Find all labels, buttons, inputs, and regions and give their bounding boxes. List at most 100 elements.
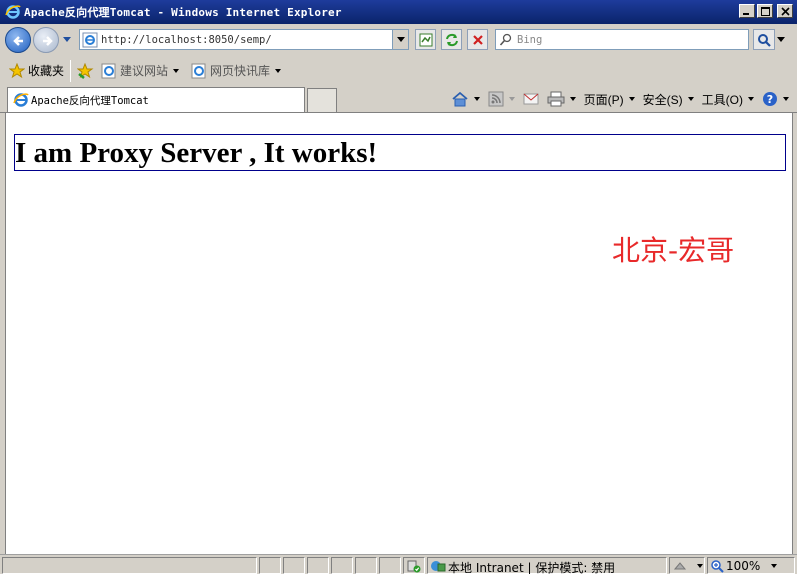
back-arrow-icon — [13, 36, 23, 46]
safety-menu-button[interactable]: 安全(S) — [643, 91, 694, 108]
protected-mode-cell[interactable] — [403, 557, 425, 574]
zoom-control[interactable]: 100% — [707, 557, 795, 574]
navigation-bar: http://localhost:8050/semp/ Bing — [0, 24, 797, 56]
web-slice-gallery-button[interactable]: 网页快讯库 — [188, 60, 284, 82]
favorites-bar: 收藏夹 建议网站 网页快讯库 — [0, 56, 797, 85]
print-button[interactable] — [547, 91, 576, 107]
window-title: Apache反向代理Tomcat - Windows Internet Expl… — [24, 6, 342, 19]
page-content: I am Proxy Server , It works! 北京-宏哥 — [5, 113, 793, 554]
search-go-button[interactable] — [753, 29, 775, 50]
change-status-bar-cell[interactable] — [669, 557, 705, 574]
chevron-down-icon — [569, 97, 576, 101]
chevron-down-icon — [697, 564, 703, 568]
title-bar: Apache反向代理Tomcat - Windows Internet Expl… — [0, 0, 797, 24]
status-cell — [259, 557, 281, 574]
stop-icon — [472, 34, 483, 45]
suggested-sites-button[interactable]: 建议网站 — [98, 60, 182, 82]
address-dropdown-button[interactable] — [392, 30, 408, 49]
safety-menu-label: 安全(S) — [642, 92, 683, 107]
ie-page-icon — [101, 63, 116, 78]
chevron-down-icon — [771, 564, 777, 568]
home-icon — [452, 91, 468, 107]
search-input[interactable]: Bing — [495, 29, 749, 50]
suggested-sites-label: 建议网站 — [120, 64, 169, 78]
svg-text:?: ? — [767, 93, 773, 106]
refresh-button[interactable] — [441, 29, 462, 50]
status-cell — [331, 557, 353, 574]
zone-text: 本地 Intranet | 保护模式: 禁用 — [448, 561, 616, 574]
home-button[interactable] — [451, 91, 480, 107]
search-placeholder: Bing — [517, 33, 543, 46]
minimize-icon — [743, 13, 749, 15]
minimize-button[interactable] — [739, 4, 755, 18]
maximize-button[interactable] — [757, 4, 773, 18]
maximize-icon — [760, 6, 770, 16]
bing-search-icon — [499, 33, 512, 46]
status-text-cell — [2, 557, 257, 574]
status-cell — [307, 557, 329, 574]
security-check-icon — [407, 560, 421, 573]
ie-logo-icon — [5, 4, 21, 20]
web-slice-gallery-label: 网页快讯库 — [210, 64, 271, 78]
chevron-down-icon — [783, 97, 789, 101]
tab-label: Apache反向代理Tomcat — [31, 94, 149, 107]
chevron-down-icon — [628, 97, 635, 101]
stop-button[interactable] — [467, 29, 488, 50]
new-tab-button[interactable] — [307, 88, 337, 112]
search-options-dropdown-icon[interactable] — [777, 37, 785, 43]
chevron-down-icon — [687, 97, 694, 101]
page-ie-icon — [82, 32, 98, 48]
tools-menu-button[interactable]: 工具(O) — [702, 91, 754, 108]
compatibility-view-icon — [419, 33, 432, 46]
tab-active[interactable]: Apache反向代理Tomcat — [7, 87, 305, 112]
add-to-favorites-bar-button[interactable] — [74, 60, 98, 82]
chevron-down-icon — [473, 97, 480, 101]
status-cell — [283, 557, 305, 574]
forward-button[interactable] — [33, 27, 59, 53]
ie-page-icon — [191, 63, 206, 78]
page-menu-label: 页面(P) — [583, 92, 624, 107]
chevron-down-icon — [275, 68, 282, 73]
favorites-label: 收藏夹 — [28, 64, 65, 78]
printer-icon — [547, 91, 565, 107]
refresh-icon — [445, 33, 458, 46]
tools-menu-label: 工具(O) — [701, 92, 743, 107]
address-url: http://localhost:8050/semp/ — [101, 33, 272, 46]
page-menu-button[interactable]: 页面(P) — [584, 91, 635, 108]
rss-feed-icon — [488, 91, 504, 107]
feeds-button[interactable] — [488, 91, 515, 107]
zoom-icon — [711, 560, 724, 573]
status-cell — [355, 557, 377, 574]
favorites-divider — [70, 59, 72, 82]
chevron-down-icon — [396, 36, 405, 42]
help-icon: ? — [763, 92, 777, 106]
page-heading: I am Proxy Server , It works! — [14, 134, 786, 171]
command-bar: 页面(P) 安全(S) 工具(O) ? — [451, 85, 797, 113]
status-cell — [379, 557, 401, 574]
favorites-button[interactable]: 收藏夹 — [6, 60, 67, 82]
mail-icon — [523, 93, 539, 105]
help-button[interactable]: ? — [762, 91, 789, 107]
chevron-down-icon — [173, 68, 180, 73]
search-icon — [758, 33, 771, 47]
add-favorite-star-icon — [77, 62, 94, 79]
zone-cell[interactable]: 本地 Intranet | 保护模式: 禁用 — [427, 557, 667, 574]
zoom-level: 100% — [726, 559, 761, 573]
watermark-text: 北京-宏哥 — [612, 234, 735, 267]
intranet-zone-icon — [431, 561, 446, 572]
chevron-down-icon — [748, 97, 754, 101]
chevron-down-icon — [508, 97, 515, 101]
status-bar: 本地 Intranet | 保护模式: 禁用 100% — [0, 554, 797, 574]
address-field[interactable]: http://localhost:8050/semp/ — [79, 29, 409, 50]
tab-bar: Apache反向代理Tomcat 页面(P) 安全(S) 工具(O) ? — [0, 85, 797, 113]
star-icon — [9, 62, 25, 78]
status-tools-icon — [673, 562, 687, 570]
close-icon — [780, 6, 790, 16]
compatibility-view-button[interactable] — [415, 29, 436, 50]
forward-arrow-icon — [43, 36, 53, 46]
close-window-button[interactable] — [777, 4, 793, 18]
recent-pages-dropdown-icon[interactable] — [62, 36, 72, 44]
back-button[interactable] — [5, 27, 31, 53]
read-mail-button[interactable] — [523, 93, 539, 105]
ie-logo-icon — [13, 93, 29, 107]
